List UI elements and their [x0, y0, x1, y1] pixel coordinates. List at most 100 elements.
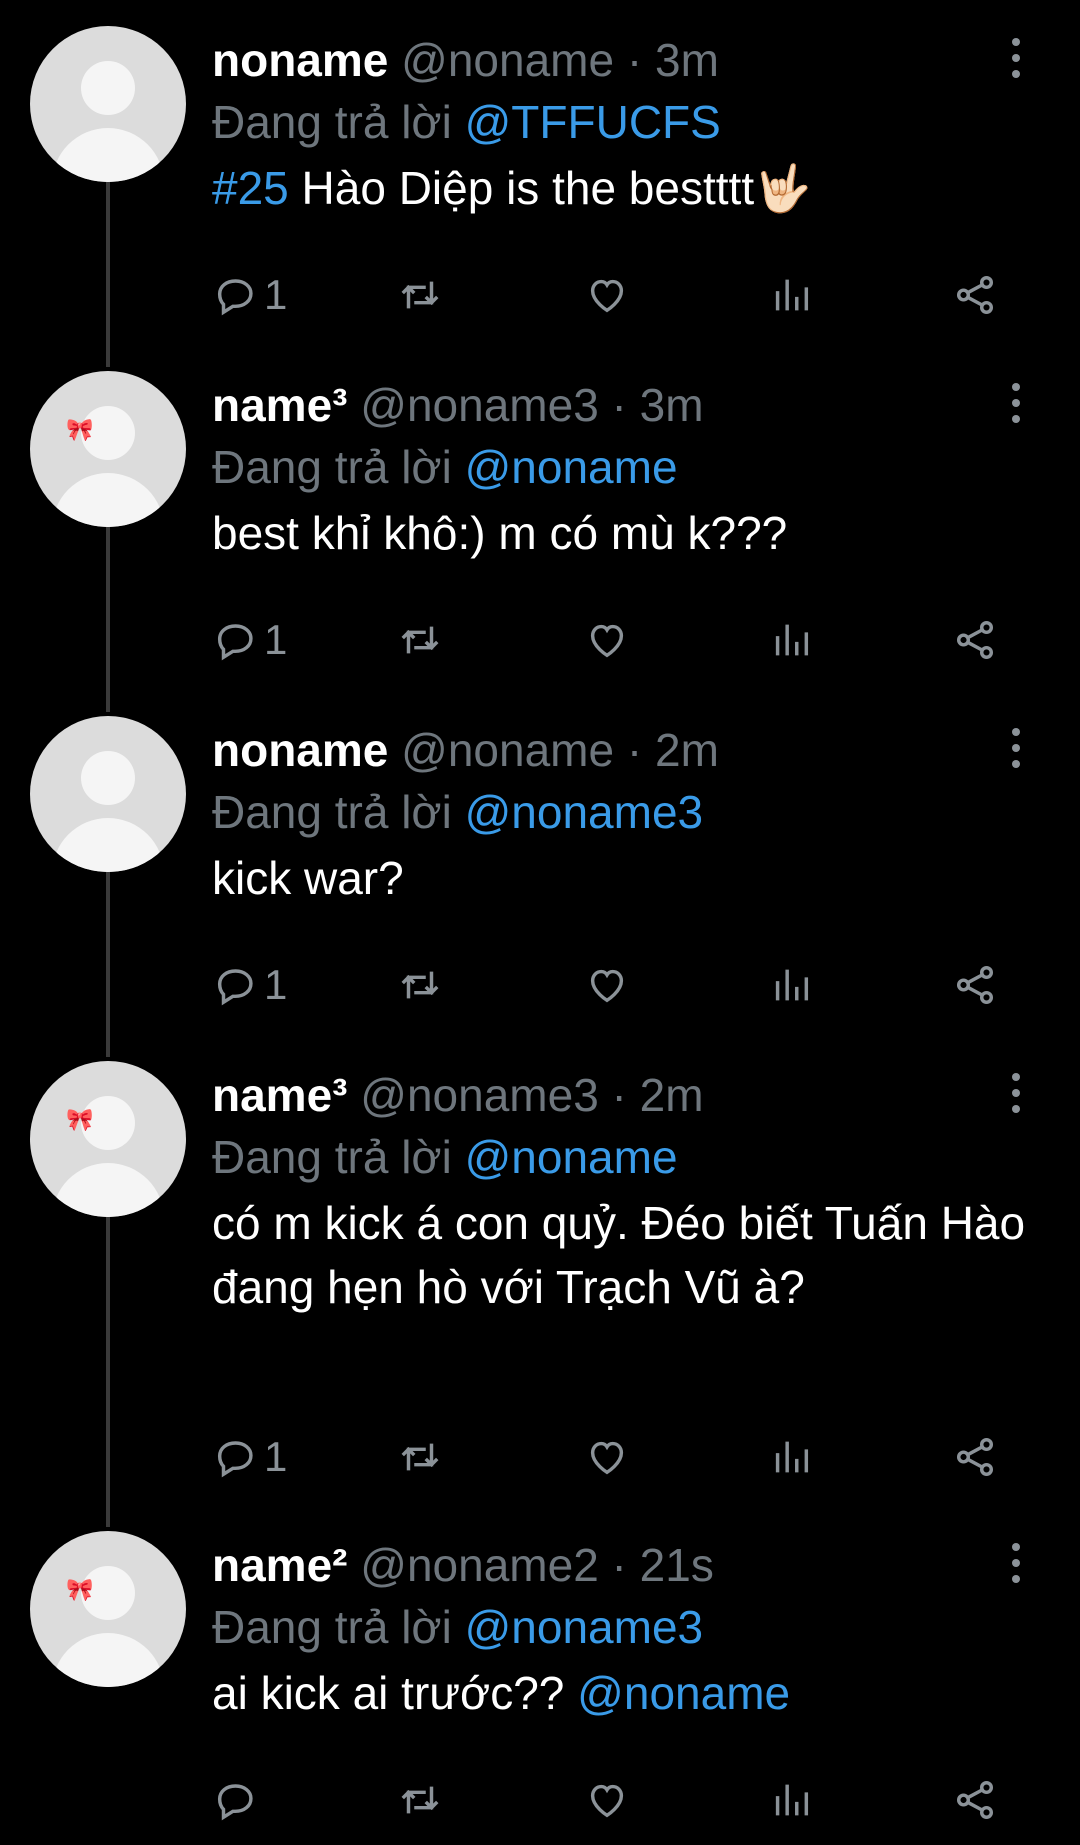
- timestamp[interactable]: 3m: [655, 34, 719, 86]
- more-options-icon[interactable]: [1008, 383, 1024, 431]
- user-handle[interactable]: @noname3: [360, 1069, 599, 1121]
- reply-to-mention[interactable]: @noname: [465, 1131, 678, 1183]
- share-button[interactable]: [952, 270, 998, 320]
- retweet-button[interactable]: [397, 1432, 443, 1482]
- avatar-body: [52, 818, 164, 872]
- tweet-body: ai kick ai trước??: [212, 1667, 578, 1719]
- reply-button[interactable]: [212, 1775, 264, 1825]
- tweet-body: best khỉ khô:) m có mù k???: [212, 507, 788, 559]
- tweet-text: có m kick á con quỷ. Đéo biết Tuấn Hào đ…: [212, 1191, 1032, 1319]
- reply-icon: [217, 279, 253, 316]
- tweet[interactable]: 🎀 name² @noname2 · 21s Đang trả lời @non…: [0, 1505, 1080, 1845]
- reply-button[interactable]: 1: [212, 615, 287, 665]
- mention-link[interactable]: @noname: [577, 1667, 790, 1719]
- tweet-text: #25 Hào Diệp is the bestttt🤟🏻: [212, 156, 1032, 220]
- retweet-button[interactable]: [397, 1775, 443, 1825]
- hashtag-link[interactable]: #25: [212, 162, 289, 214]
- avatar-head: [81, 61, 135, 115]
- retweet-icon: [401, 1786, 439, 1814]
- reply-to-mention[interactable]: @noname3: [465, 1601, 704, 1653]
- reply-count: 1: [264, 961, 288, 1008]
- tweet-text: best khỉ khô:) m có mù k???: [212, 501, 1032, 565]
- display-name[interactable]: noname: [212, 34, 388, 86]
- retweet-icon: [401, 971, 439, 999]
- tweet-actions: [212, 1775, 1032, 1825]
- views-button[interactable]: [768, 615, 814, 665]
- reply-button[interactable]: 1: [212, 960, 287, 1010]
- reply-prefix: Đang trả lời: [212, 786, 452, 838]
- tweet[interactable]: 🎀 name³ @noname3 · 2m Đang trả lời @nona…: [0, 1035, 1080, 1527]
- more-options-icon[interactable]: [1008, 38, 1024, 86]
- like-button[interactable]: [584, 1775, 630, 1825]
- tweet-text: kick war?: [212, 846, 1032, 910]
- reply-count: 1: [264, 616, 288, 663]
- tweet[interactable]: 🎀 name³ @noname3 · 3m Đang trả lời @nona…: [0, 345, 1080, 712]
- share-icon: [956, 1438, 994, 1476]
- share-button[interactable]: [952, 1775, 998, 1825]
- analytics-icon: [775, 969, 809, 1001]
- tweet-body: Hào Diệp is the bestttt🤟🏻: [288, 162, 812, 214]
- thread-connector: [106, 1217, 110, 1527]
- tweet[interactable]: noname @noname · 3m Đang trả lời @TFFUCF…: [0, 0, 1080, 367]
- share-button[interactable]: [952, 615, 998, 665]
- user-handle[interactable]: @noname: [401, 724, 614, 776]
- user-handle[interactable]: @noname2: [360, 1539, 599, 1591]
- thread-connector: [106, 182, 110, 367]
- replying-to: Đang trả lời @noname3: [212, 1599, 703, 1655]
- views-button[interactable]: [768, 270, 814, 320]
- tweet-actions: 1: [212, 270, 1032, 320]
- tweet-body: kick war?: [212, 852, 404, 904]
- timestamp[interactable]: 2m: [655, 724, 719, 776]
- avatar[interactable]: [30, 716, 186, 872]
- display-name[interactable]: name³: [212, 379, 347, 431]
- retweet-button[interactable]: [397, 615, 443, 665]
- like-button[interactable]: [584, 615, 630, 665]
- replying-to: Đang trả lời @noname: [212, 439, 678, 495]
- display-name[interactable]: name³: [212, 1069, 347, 1121]
- timestamp[interactable]: 2m: [640, 1069, 704, 1121]
- display-name[interactable]: noname: [212, 724, 388, 776]
- reply-icon: [217, 969, 253, 1006]
- replying-to: Đang trả lời @noname: [212, 1129, 678, 1185]
- reply-to-mention[interactable]: @noname: [465, 441, 678, 493]
- views-button[interactable]: [768, 960, 814, 1010]
- views-button[interactable]: [768, 1775, 814, 1825]
- replying-to: Đang trả lời @TFFUCFS: [212, 94, 721, 150]
- reply-to-mention[interactable]: @TFFUCFS: [465, 96, 721, 148]
- avatar-body: [52, 473, 164, 527]
- reply-prefix: Đang trả lời: [212, 1131, 452, 1183]
- tweet-actions: 1: [212, 960, 1032, 1010]
- like-button[interactable]: [584, 270, 630, 320]
- retweet-button[interactable]: [397, 960, 443, 1010]
- like-button[interactable]: [584, 960, 630, 1010]
- avatar[interactable]: 🎀: [30, 1531, 186, 1687]
- reply-button[interactable]: 1: [212, 1432, 287, 1482]
- tweet[interactable]: noname @noname · 2m Đang trả lời @noname…: [0, 690, 1080, 1057]
- user-handle[interactable]: @noname3: [360, 379, 599, 431]
- replying-to: Đang trả lời @noname3: [212, 784, 703, 840]
- reply-button[interactable]: 1: [212, 270, 287, 320]
- more-options-icon[interactable]: [1008, 728, 1024, 776]
- tweet-header: name³ @noname3 · 2m: [212, 1069, 704, 1121]
- avatar[interactable]: 🎀: [30, 1061, 186, 1217]
- share-button[interactable]: [952, 1432, 998, 1482]
- reply-to-mention[interactable]: @noname3: [465, 786, 704, 838]
- more-options-icon[interactable]: [1008, 1073, 1024, 1121]
- timestamp[interactable]: 21s: [640, 1539, 714, 1591]
- bow-icon: 🎀: [66, 1577, 94, 1602]
- share-icon: [956, 621, 994, 659]
- views-button[interactable]: [768, 1432, 814, 1482]
- timestamp[interactable]: 3m: [640, 379, 704, 431]
- heart-icon: [590, 1784, 624, 1818]
- avatar[interactable]: [30, 26, 186, 182]
- bow-icon: 🎀: [66, 1107, 94, 1132]
- more-options-icon[interactable]: [1008, 1543, 1024, 1591]
- analytics-icon: [775, 1784, 809, 1816]
- retweet-button[interactable]: [397, 270, 443, 320]
- display-name[interactable]: name²: [212, 1539, 347, 1591]
- share-button[interactable]: [952, 960, 998, 1010]
- avatar[interactable]: 🎀: [30, 371, 186, 527]
- retweet-icon: [401, 1443, 439, 1471]
- like-button[interactable]: [584, 1432, 630, 1482]
- user-handle[interactable]: @noname: [401, 34, 614, 86]
